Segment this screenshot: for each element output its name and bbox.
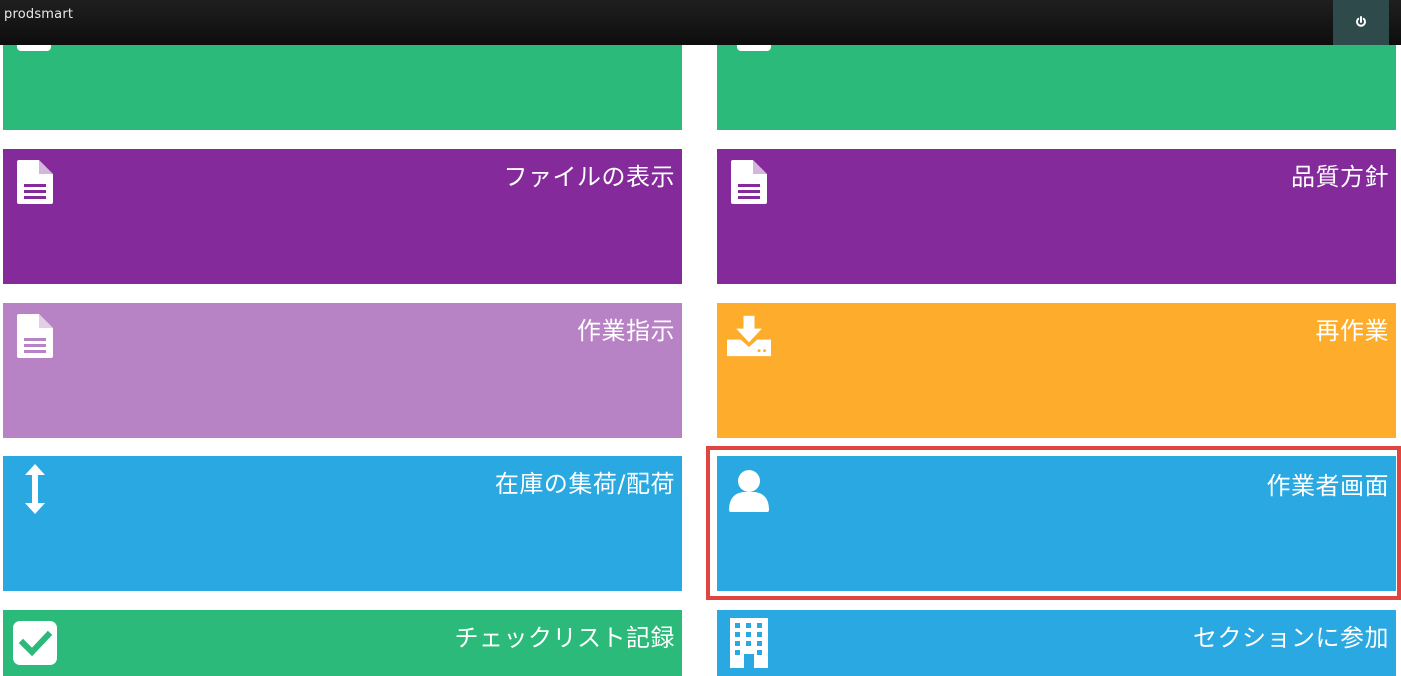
checkbox-icon <box>13 620 57 666</box>
tile-label: ファイルの表示 <box>503 163 675 191</box>
building-icon <box>727 618 771 668</box>
tile-top-left[interactable] <box>3 45 682 130</box>
logout-button[interactable] <box>1333 0 1389 45</box>
tile-label: 再作業 <box>1315 317 1389 345</box>
tile-operator-screen[interactable]: 作業者画面 <box>717 456 1396 591</box>
vertical-arrows-icon <box>13 464 57 514</box>
document-icon <box>13 159 57 205</box>
tile-quality-policy[interactable]: 品質方針 <box>717 149 1396 284</box>
brand-logo-text[interactable]: prodsmart <box>4 7 73 22</box>
tile-label: 在庫の集荷/配荷 <box>494 470 675 498</box>
tile-label: チェックリスト記録 <box>454 624 675 652</box>
tile-join-section[interactable]: セクションに参加 <box>717 610 1396 676</box>
tile-label: 品質方針 <box>1291 163 1389 191</box>
power-icon <box>1355 13 1367 32</box>
tile-label: 作業者画面 <box>1266 472 1389 500</box>
tile-label: セクションに参加 <box>1193 624 1389 652</box>
document-icon <box>13 313 57 359</box>
tile-stock-picking[interactable]: 在庫の集荷/配荷 <box>3 456 682 591</box>
tile-top-right[interactable] <box>717 45 1396 130</box>
tile-work-instructions[interactable]: 作業指示 <box>3 303 682 438</box>
tile-view-files[interactable]: ファイルの表示 <box>3 149 682 284</box>
user-icon <box>727 468 771 514</box>
tile-icon-partial <box>17 45 51 51</box>
tile-checklist-record[interactable]: チェックリスト記録 <box>3 610 682 676</box>
document-icon <box>727 159 771 205</box>
top-navbar: prodsmart <box>0 0 1401 45</box>
tile-rework[interactable]: 再作業 <box>717 303 1396 438</box>
download-tray-icon <box>727 313 771 359</box>
tile-icon-partial <box>737 45 771 51</box>
tile-label: 作業指示 <box>577 317 675 345</box>
